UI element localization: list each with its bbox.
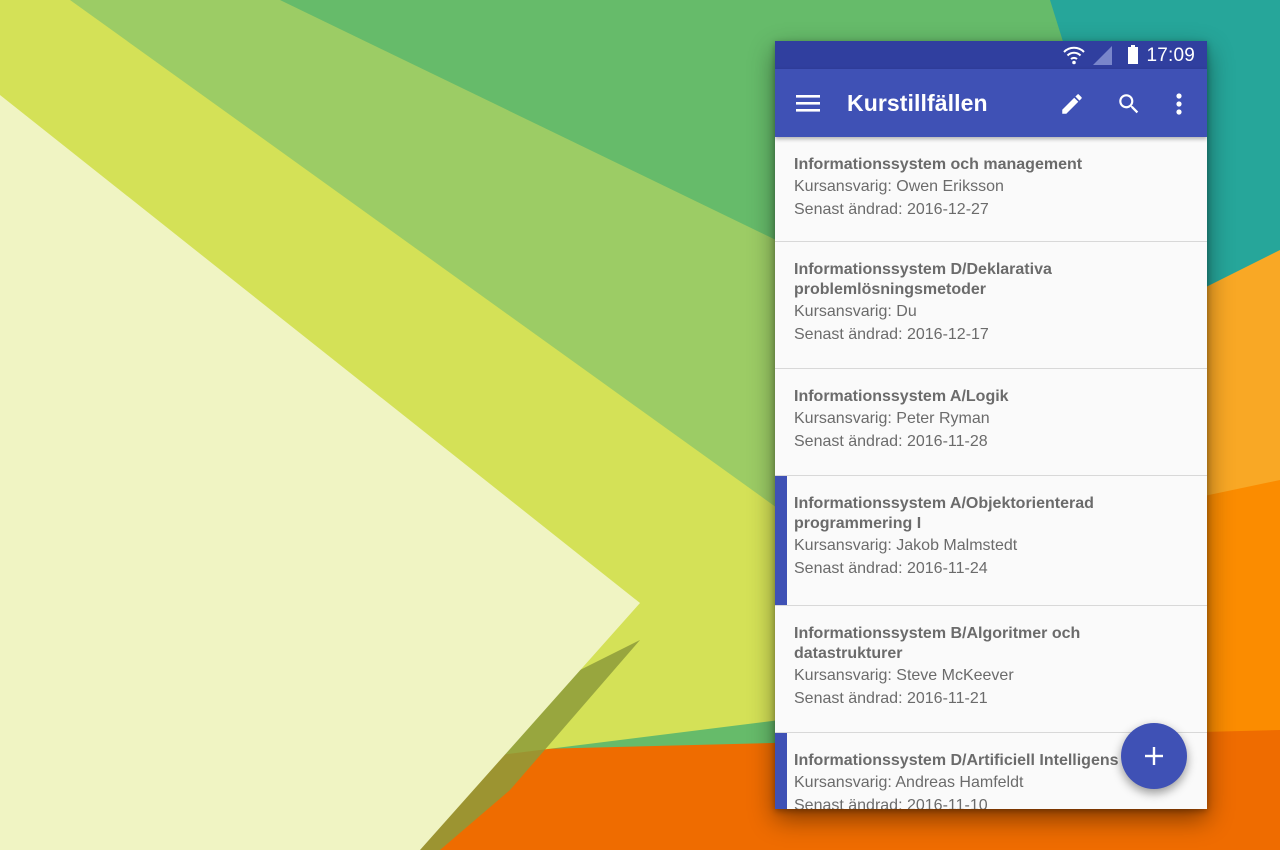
list-item[interactable]: Informationssystem B/Algoritmer och data…	[775, 606, 1207, 733]
course-modified: Senast ändrad: 2016-12-27	[794, 201, 989, 218]
more-vert-icon[interactable]	[1171, 91, 1187, 117]
course-responsible: Kursansvarig: Jakob Malmstedt	[794, 537, 1018, 554]
list-item[interactable]: Informationssystem A/Objektorienterad pr…	[775, 476, 1207, 606]
course-title: Informationssystem och management	[794, 156, 1083, 173]
cell-signal-icon	[1093, 46, 1112, 65]
course-modified: Senast ändrad: 2016-11-28	[794, 433, 988, 450]
course-title: Informationssystem A/Objektorienterad pr…	[794, 495, 1094, 532]
page-title: Kurstillfällen	[847, 90, 988, 116]
add-course-button[interactable]	[1121, 723, 1187, 789]
course-modified: Senast ändrad: 2016-12-17	[794, 326, 989, 343]
battery-icon	[1128, 45, 1138, 64]
status-bar: 17:09	[775, 41, 1207, 69]
app-bar: Kurstillfällen	[775, 69, 1207, 137]
course-responsible: Kursansvarig: Owen Eriksson	[794, 178, 1004, 195]
menu-icon[interactable]	[795, 91, 821, 115]
course-modified: Senast ändrad: 2016-11-10	[794, 797, 988, 809]
course-responsible: Kursansvarig: Peter Ryman	[794, 410, 990, 427]
course-list: Informationssystem och management Kursan…	[775, 137, 1207, 809]
status-time: 17:09	[1146, 45, 1195, 66]
course-responsible: Kursansvarig: Du	[794, 303, 917, 320]
phone-screen: 17:09 Kurstillfällen Informationssystem …	[775, 41, 1207, 809]
search-icon[interactable]	[1116, 91, 1142, 117]
course-modified: Senast ändrad: 2016-11-24	[794, 560, 988, 577]
course-modified: Senast ändrad: 2016-11-21	[794, 690, 988, 707]
list-item[interactable]: Informationssystem A/Logik Kursansvarig:…	[775, 369, 1207, 476]
wifi-icon	[1063, 46, 1085, 65]
course-title: Informationssystem B/Algoritmer och data…	[794, 625, 1081, 662]
list-item[interactable]: Informationssystem D/Deklarativa problem…	[775, 242, 1207, 369]
course-title: Informationssystem D/Deklarativa problem…	[794, 261, 1052, 298]
list-item[interactable]: Informationssystem och management Kursan…	[775, 137, 1207, 242]
add-icon	[1145, 747, 1163, 765]
edit-icon[interactable]	[1059, 91, 1085, 117]
course-title: Informationssystem A/Logik	[794, 388, 1009, 405]
course-responsible: Kursansvarig: Steve McKeever	[794, 667, 1014, 684]
